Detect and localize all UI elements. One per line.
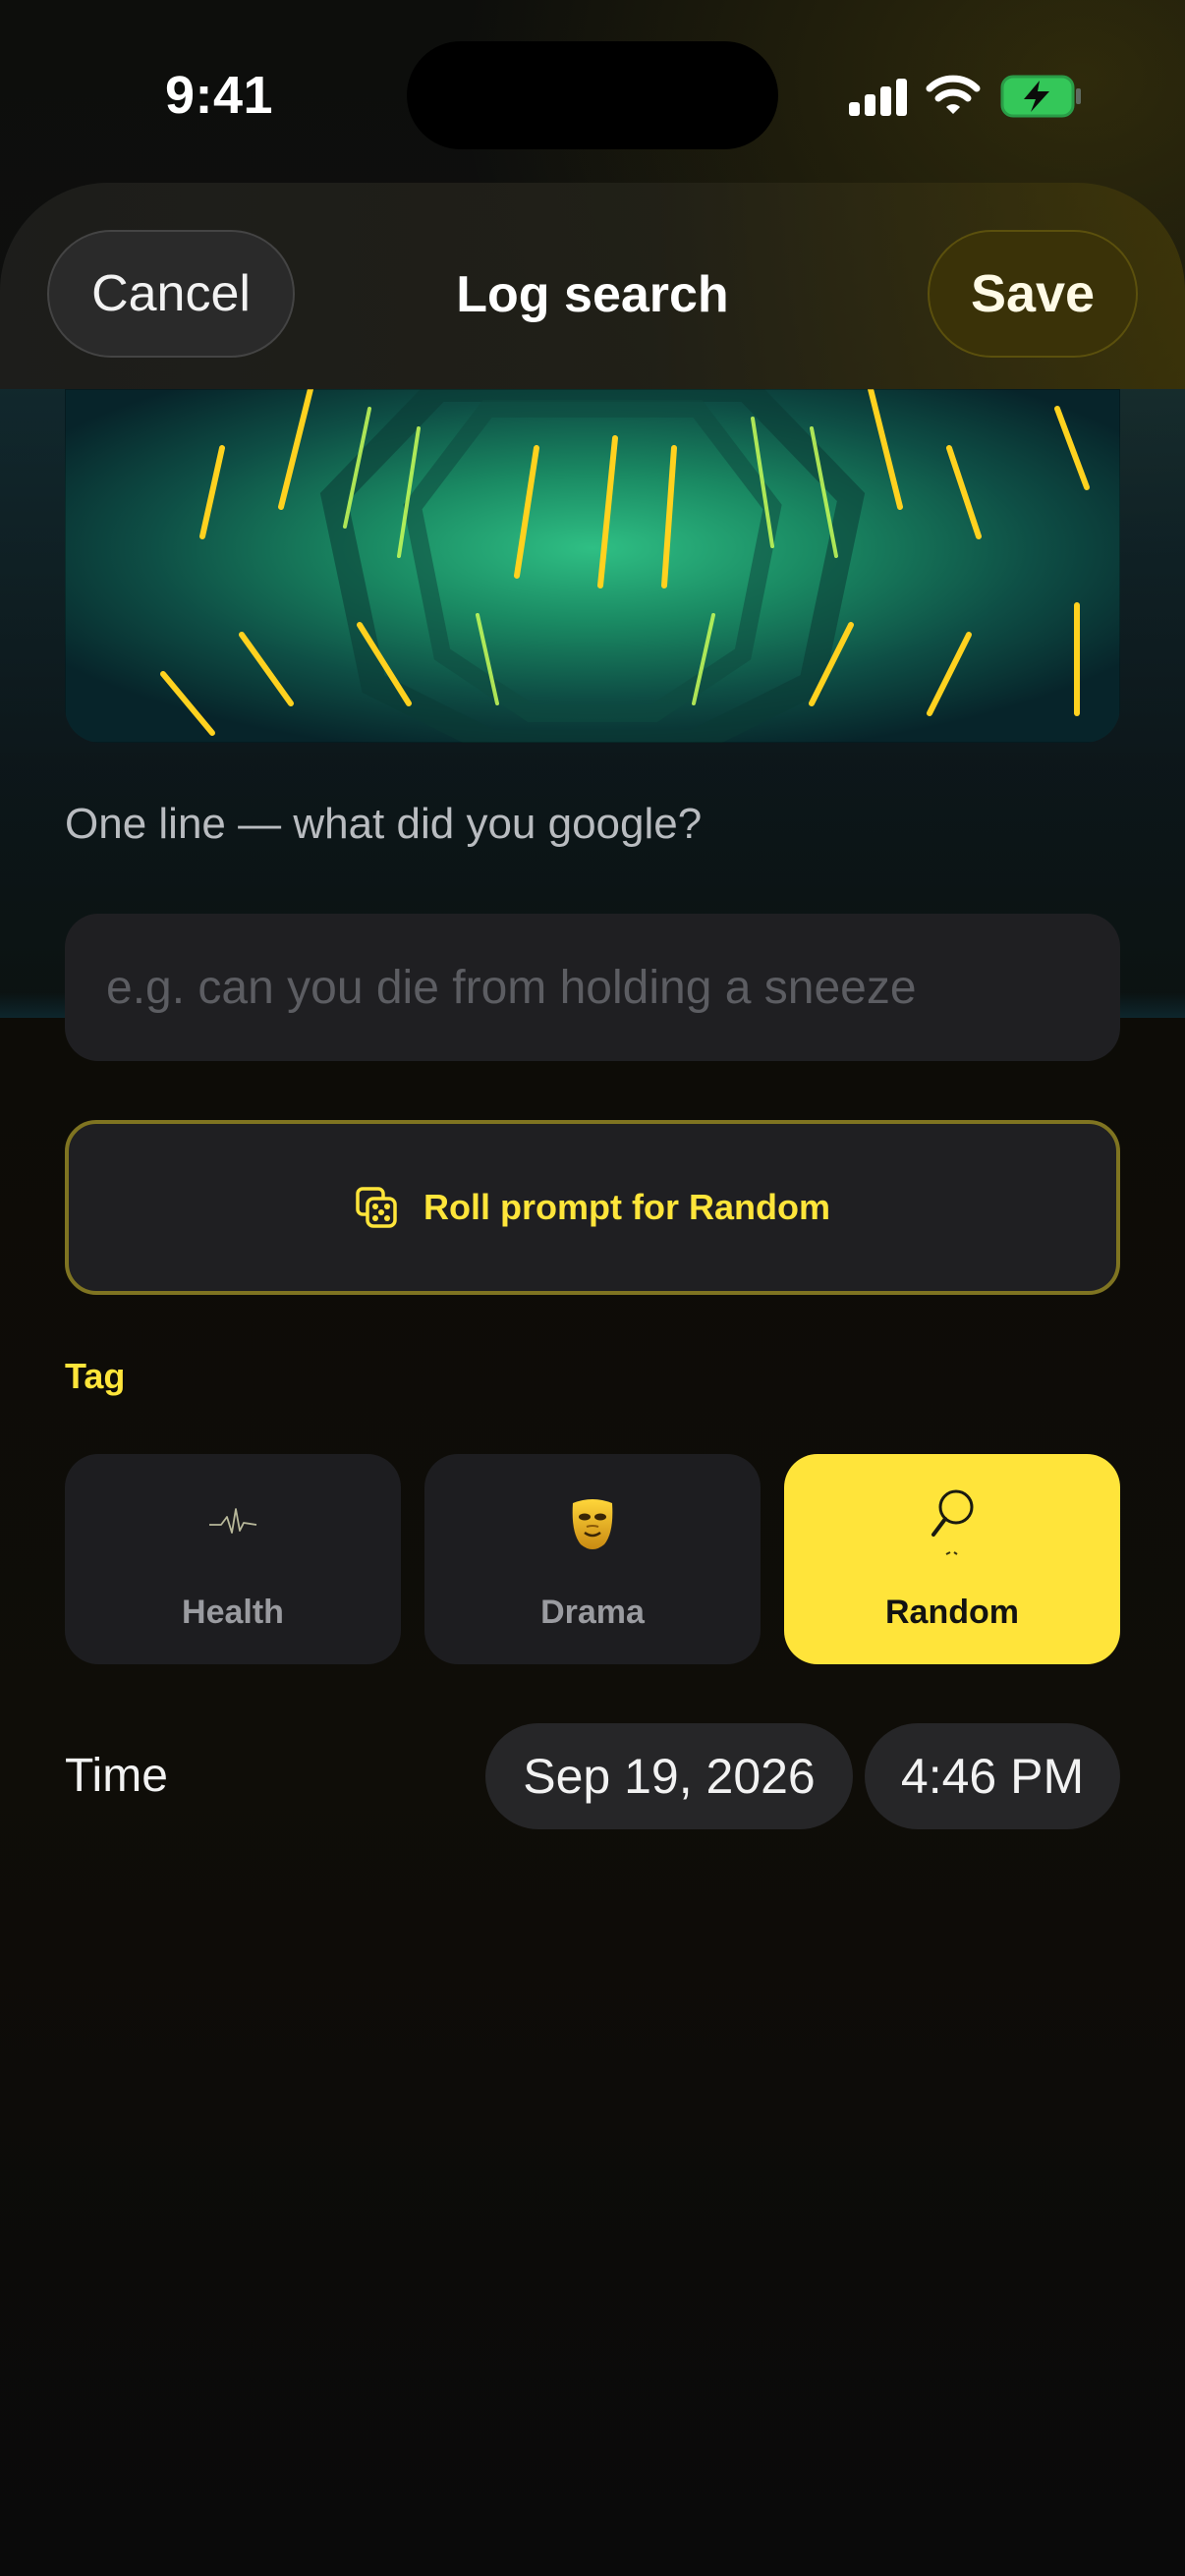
tag-label-drama: Drama (540, 1594, 645, 1631)
status-time: 9:41 (165, 66, 274, 125)
tag-option-health[interactable]: Health (65, 1454, 401, 1664)
tag-label-random: Random (885, 1594, 1019, 1631)
tag-option-drama[interactable]: Drama (424, 1454, 761, 1664)
tag-section-label: Tag (65, 1356, 126, 1396)
save-button[interactable]: Save (928, 230, 1138, 358)
date-picker-button[interactable]: Sep 19, 2026 (485, 1723, 853, 1829)
magnifying-glass-icon (931, 1489, 974, 1555)
roll-prompt-label: Roll prompt for Random (423, 1187, 830, 1227)
date-value: Sep 19, 2026 (523, 1749, 816, 1804)
time-label: Time (65, 1750, 168, 1802)
roll-prompt-button[interactable]: Roll prompt for Random (65, 1120, 1120, 1295)
heartbeat-icon (209, 1508, 257, 1534)
theater-mask-icon (572, 1499, 613, 1549)
time-picker-button[interactable]: 4:46 PM (865, 1723, 1120, 1829)
battery-charging-icon (1000, 75, 1081, 118)
wifi-icon (926, 75, 981, 114)
hero-image (65, 389, 1120, 743)
cellular-signal-icon (849, 79, 908, 116)
search-prompt-label: One line — what did you google? (65, 800, 703, 848)
search-input[interactable] (65, 914, 1120, 1061)
tag-label-health: Health (182, 1594, 284, 1631)
time-value: 4:46 PM (900, 1749, 1085, 1804)
dynamic-island (407, 41, 778, 149)
dice-icon (356, 1187, 397, 1228)
tag-option-random[interactable]: Random (784, 1454, 1120, 1664)
